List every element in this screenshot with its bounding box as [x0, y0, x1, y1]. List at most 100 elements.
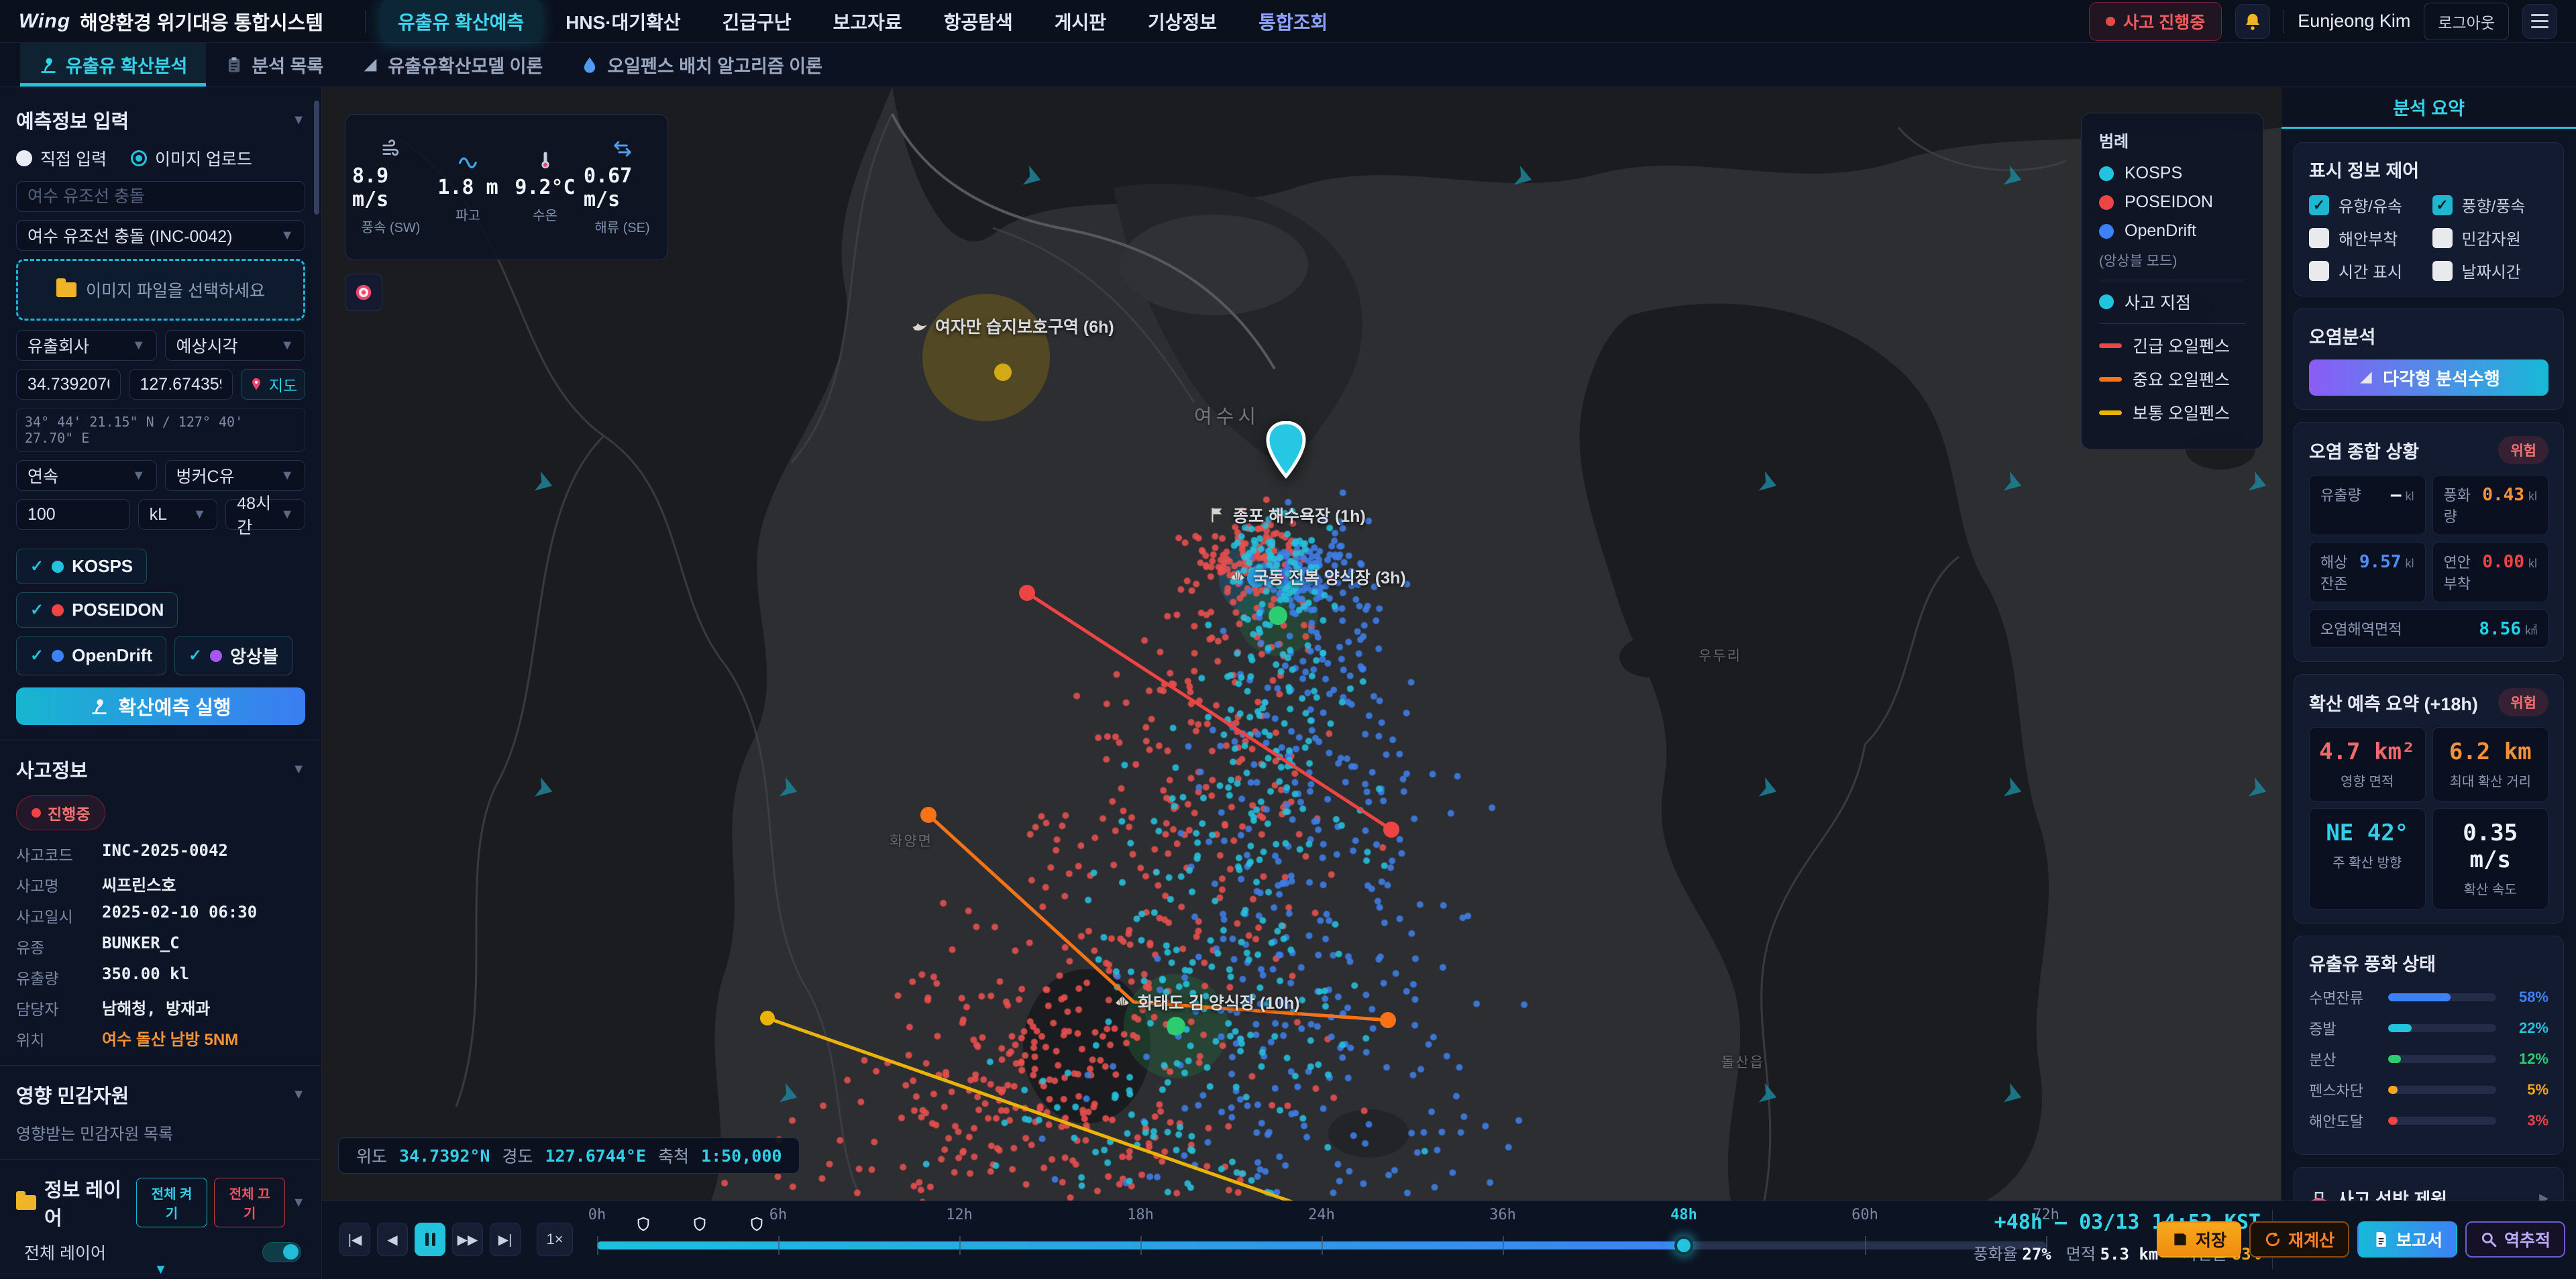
보고서-button[interactable]: 보고서: [2357, 1221, 2457, 1258]
longitude-input[interactable]: [129, 369, 233, 400]
fast-forward-button[interactable]: ▶▶: [452, 1223, 483, 1256]
microscope-icon: [39, 56, 58, 74]
step-back-button[interactable]: ◀: [377, 1223, 408, 1256]
nav-item[interactable]: 항공탐색: [926, 0, 1030, 43]
lat-value: 34.7392°N: [399, 1146, 490, 1166]
playback-speed-button[interactable]: 1×: [537, 1223, 573, 1256]
model-chip-앙상블[interactable]: ✓앙상블: [174, 636, 292, 675]
weather-label: 풍속 (SW): [362, 217, 421, 236]
display-check-날짜시간[interactable]: 날짜시간: [2432, 259, 2549, 282]
timeline-tick[interactable]: 24h: [1308, 1207, 1335, 1223]
image-dropzone[interactable]: 이미지 파일을 선택하세요: [16, 259, 305, 321]
incident-search-input[interactable]: [16, 181, 305, 212]
model-chip-OpenDrift[interactable]: ✓OpenDrift: [16, 636, 166, 675]
unit-select[interactable]: kL ▼: [138, 499, 218, 530]
pick-on-map-button[interactable]: 지도: [241, 369, 305, 400]
spill-type-select[interactable]: 연속 ▼: [16, 460, 157, 491]
nav-item[interactable]: HNS·대기확산: [548, 0, 698, 43]
nav-item[interactable]: 게시판: [1037, 0, 1124, 43]
radio-image-upload[interactable]: 이미지 업로드: [131, 146, 252, 170]
incident-row-label: 위치: [16, 1026, 102, 1050]
action-buttons: 저장재계산보고서역추적: [2157, 1221, 2565, 1258]
timeline-track[interactable]: [597, 1241, 2046, 1249]
collapse-chevron-icon[interactable]: ▼: [292, 1195, 305, 1211]
collapse-chevron-icon[interactable]: ▼: [292, 1087, 305, 1103]
tab-clipboard[interactable]: 분석 목록: [206, 43, 342, 87]
nav-item[interactable]: 유출유 확산예측: [380, 0, 541, 43]
tab-drop[interactable]: 오일펜스 배치 알고리즘 이론: [561, 43, 841, 87]
analysis-summary-tab[interactable]: 분석 요약: [2282, 87, 2576, 129]
display-check-민감자원[interactable]: 민감자원: [2432, 226, 2549, 249]
timeline-tick[interactable]: 0h: [588, 1207, 606, 1223]
chevron-down-icon: ▼: [280, 507, 294, 522]
저장-button[interactable]: 저장: [2157, 1221, 2241, 1258]
display-check-해안부착[interactable]: 해안부착: [2309, 226, 2426, 249]
timeline-tick[interactable]: 48h: [1670, 1207, 1697, 1223]
display-check-풍향/풍속[interactable]: ✓풍향/풍속: [2432, 193, 2549, 217]
model-chip-POSEIDON[interactable]: ✓POSEIDON: [16, 592, 178, 628]
collapse-chevron-icon[interactable]: ▼: [292, 113, 305, 128]
swap-icon: [612, 139, 633, 159]
incident-row-label: 유종: [16, 934, 102, 958]
time-select[interactable]: 예상시각 ▼: [165, 330, 306, 361]
analysis-summary-panel: 분석 요약 표시 정보 제어 ✓유향/유속✓풍향/풍속해안부착민감자원시간 표시…: [2281, 87, 2576, 1201]
amount-input[interactable]: [16, 499, 130, 530]
collapse-chevron-icon[interactable]: ▼: [292, 762, 305, 777]
nav-item[interactable]: 보고자료: [816, 0, 920, 43]
nav-item[interactable]: 기상정보: [1130, 0, 1234, 43]
nav-item[interactable]: 긴급구난: [705, 0, 809, 43]
recenter-incident-button[interactable]: [345, 274, 382, 311]
map-canvas[interactable]: 8.9 m/s풍속 (SW)1.8 m파고9.2°C수온0.67 m/s해류 (…: [322, 87, 2281, 1201]
layers-all-off-button[interactable]: 전체 끄기: [214, 1178, 285, 1227]
latitude-input[interactable]: [16, 369, 121, 400]
oil-type-select[interactable]: 벙커C유 ▼: [165, 460, 306, 491]
incident-active-badge[interactable]: 사고 진행중: [2089, 2, 2222, 41]
incident-select-value: 여수 유조선 충돌 (INC-0042): [28, 223, 232, 247]
incident-location-pin[interactable]: [1262, 421, 1310, 479]
tab-ruler[interactable]: 유출유확산모델 이론: [342, 43, 561, 87]
timeline-tick[interactable]: 60h: [1851, 1207, 1878, 1223]
model-color-dot: [210, 650, 222, 662]
display-check-시간 표시[interactable]: 시간 표시: [2309, 259, 2426, 282]
tab-microscope[interactable]: 유출유 확산분석: [20, 43, 206, 87]
skip-end-button[interactable]: ▶|: [490, 1223, 521, 1256]
checkbox-icon: ✓: [2432, 195, 2453, 215]
skip-start-button[interactable]: |◀: [339, 1223, 370, 1256]
display-check-유향/유속[interactable]: ✓유향/유속: [2309, 193, 2426, 217]
run-forecast-button[interactable]: 확산예측 실행: [16, 687, 305, 725]
incident-row-label: 유출량: [16, 964, 102, 989]
pause-icon: [425, 1233, 435, 1246]
timeline-tick[interactable]: 6h: [769, 1207, 788, 1223]
재계산-button[interactable]: 재계산: [2249, 1221, 2349, 1258]
역추적-button[interactable]: 역추적: [2465, 1221, 2565, 1258]
poi-label: 국동 전복 양식장 (3h): [1229, 565, 1406, 589]
notifications-button[interactable]: [2235, 4, 2270, 39]
company-select[interactable]: 유출회사 ▼: [16, 330, 157, 361]
nav-item[interactable]: 통합조회: [1241, 0, 1345, 43]
legend-fence: 긴급 오일펜스: [2099, 333, 2245, 357]
timeline-thumb[interactable]: [1674, 1236, 1693, 1255]
polygon-analysis-button[interactable]: 다각형 분석수행: [2309, 359, 2548, 396]
legend-dot-icon: [2099, 195, 2114, 210]
legend-title: 범례: [2099, 128, 2245, 152]
weathering-bar-분산: 분산12%: [2309, 1048, 2548, 1070]
pause-button[interactable]: [415, 1223, 445, 1256]
incident-row-value: BUNKER_C: [102, 934, 180, 958]
duration-select[interactable]: 48시간 ▼: [225, 499, 305, 530]
timeline-tick[interactable]: 12h: [946, 1207, 973, 1223]
sidebar-scrollbar[interactable]: [314, 101, 319, 215]
master-layer-toggle[interactable]: [262, 1242, 301, 1262]
menu-button[interactable]: [2522, 4, 2557, 39]
nav-divider: [365, 10, 366, 33]
layers-all-on-button[interactable]: 전체 켜기: [136, 1178, 207, 1227]
timeline-tick[interactable]: 36h: [1489, 1207, 1516, 1223]
incident-select[interactable]: 여수 유조선 충돌 (INC-0042) ▼: [16, 220, 305, 251]
hamburger-icon: [2531, 14, 2548, 28]
logout-button[interactable]: 로그아웃: [2424, 3, 2509, 40]
fence-line-icon: [2099, 343, 2122, 348]
radio-direct-input[interactable]: 직접 입력: [16, 146, 107, 170]
incident-row-value: 남해청, 방재과: [102, 995, 210, 1019]
model-chip-KOSPS[interactable]: ✓KOSPS: [16, 549, 147, 584]
timeline-tick[interactable]: 18h: [1127, 1207, 1154, 1223]
tab-label: 분석 목록: [252, 52, 323, 78]
